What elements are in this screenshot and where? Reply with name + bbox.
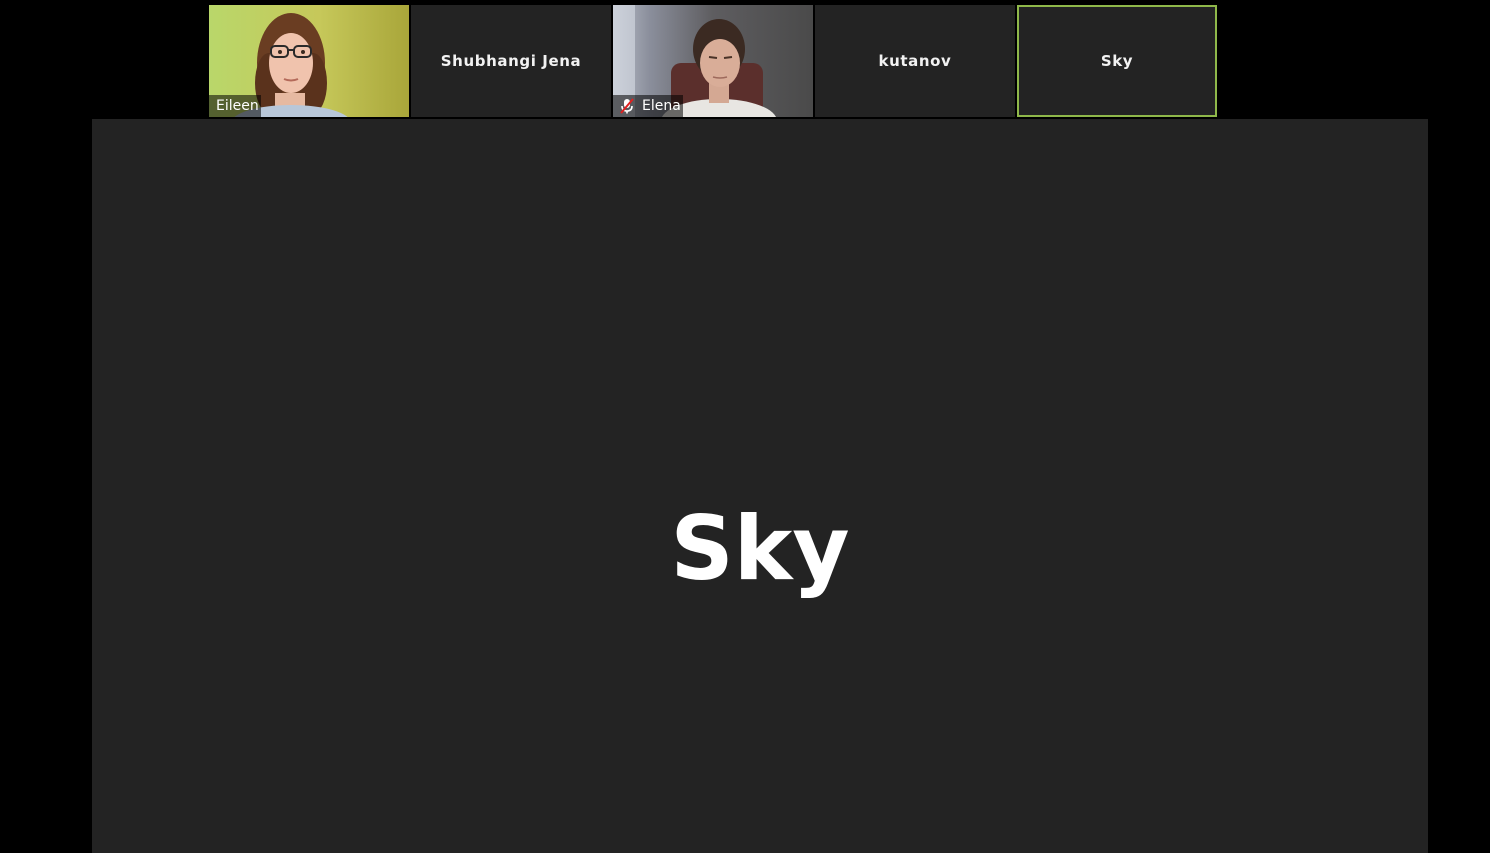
mic-muted-icon [620, 98, 634, 114]
participant-tile-kutanov[interactable]: kutanov [815, 5, 1015, 117]
participant-name: Eileen [216, 98, 259, 114]
participant-name: Shubhangi Jena [440, 52, 582, 70]
participant-name: Elena [642, 98, 681, 114]
active-speaker-name: Sky [670, 497, 850, 600]
participant-name-tag: Eileen [209, 95, 261, 117]
participant-tile-eileen[interactable]: Eileen [209, 5, 409, 117]
participant-name-tag: Elena [613, 95, 683, 117]
participant-name: Sky [1100, 52, 1134, 70]
active-speaker-view[interactable]: Sky [92, 119, 1428, 853]
participant-tile-shubhangi-jena[interactable]: Shubhangi Jena [411, 5, 611, 117]
participant-tile-elena[interactable]: Elena [613, 5, 813, 117]
meeting-window: Eileen Shubhangi Jena Elena kutanov Sky … [0, 0, 1490, 853]
participant-strip: Eileen Shubhangi Jena Elena kutanov Sky [209, 5, 1217, 117]
participant-tile-sky[interactable]: Sky [1017, 5, 1217, 117]
participant-name: kutanov [878, 52, 952, 70]
